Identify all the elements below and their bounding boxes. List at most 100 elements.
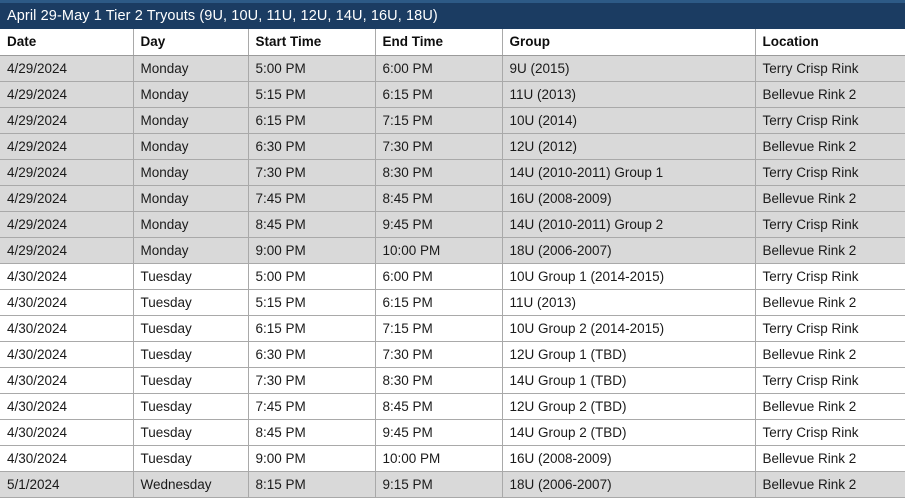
- cell-group[interactable]: 10U Group 1 (2014-2015): [502, 263, 756, 290]
- cell-start[interactable]: 5:15 PM: [248, 289, 376, 316]
- table-row[interactable]: 4/29/2024 Monday 5:15 PM 6:15 PM 11U (2013) B…: [0, 81, 905, 108]
- cell-start[interactable]: 5:00 PM: [248, 55, 376, 82]
- cell-start[interactable]: 7:30 PM: [248, 367, 376, 394]
- cell-group[interactable]: 10U Group 2 (2014-2015): [502, 315, 756, 342]
- cell-date[interactable]: 4/30/2024: [0, 289, 134, 316]
- cell-date[interactable]: 4/29/2024: [0, 81, 134, 108]
- table-row[interactable]: 4/30/2024 Tuesday 8:45 PM 9:45 PM 14U Group …: [0, 419, 905, 446]
- cell-end[interactable]: 6:00 PM: [375, 263, 503, 290]
- table-row[interactable]: 4/29/2024 Monday 9:00 PM 10:00 PM 18U (2006-…: [0, 237, 905, 264]
- cell-date[interactable]: 4/30/2024: [0, 445, 134, 472]
- cell-date[interactable]: 4/29/2024: [0, 185, 134, 212]
- column-header-end[interactable]: End Time: [375, 29, 503, 56]
- cell-end[interactable]: 8:45 PM: [375, 393, 503, 420]
- cell-group[interactable]: 11U (2013): [502, 289, 756, 316]
- cell-location[interactable]: Terry Crisp Rink: [755, 263, 905, 290]
- cell-day[interactable]: Wednesday: [133, 471, 249, 498]
- cell-group[interactable]: 18U (2006-2007): [502, 237, 756, 264]
- cell-start[interactable]: 9:00 PM: [248, 237, 376, 264]
- cell-group[interactable]: 10U (2014): [502, 107, 756, 134]
- table-row[interactable]: 4/30/2024 Tuesday 9:00 PM 10:00 PM 16U (2008…: [0, 445, 905, 472]
- cell-start[interactable]: 6:15 PM: [248, 315, 376, 342]
- cell-day[interactable]: Tuesday: [133, 289, 249, 316]
- cell-location[interactable]: Bellevue Rink 2: [755, 289, 905, 316]
- cell-start[interactable]: 6:15 PM: [248, 107, 376, 134]
- table-row[interactable]: 4/30/2024 Tuesday 6:30 PM 7:30 PM 12U Group …: [0, 341, 905, 368]
- cell-end[interactable]: 9:45 PM: [375, 419, 503, 446]
- cell-date[interactable]: 4/30/2024: [0, 315, 134, 342]
- table-row[interactable]: 4/30/2024 Tuesday 5:15 PM 6:15 PM 11U (2013)…: [0, 289, 905, 316]
- cell-start[interactable]: 5:15 PM: [248, 81, 376, 108]
- cell-location[interactable]: Terry Crisp Rink: [755, 159, 905, 186]
- cell-end[interactable]: 7:30 PM: [375, 341, 503, 368]
- cell-day[interactable]: Tuesday: [133, 341, 249, 368]
- cell-group[interactable]: 9U (2015): [502, 55, 756, 82]
- cell-start[interactable]: 6:30 PM: [248, 133, 376, 160]
- table-row[interactable]: 4/29/2024 Monday 8:45 PM 9:45 PM 14U (2010-2…: [0, 211, 905, 238]
- cell-location[interactable]: Terry Crisp Rink: [755, 107, 905, 134]
- cell-start[interactable]: 8:45 PM: [248, 419, 376, 446]
- cell-location[interactable]: Terry Crisp Rink: [755, 211, 905, 238]
- table-row[interactable]: 4/29/2024 Monday 6:30 PM 7:30 PM 12U (2012) B…: [0, 133, 905, 160]
- cell-day[interactable]: Tuesday: [133, 315, 249, 342]
- cell-date[interactable]: 4/30/2024: [0, 367, 134, 394]
- cell-end[interactable]: 8:30 PM: [375, 159, 503, 186]
- cell-end[interactable]: 10:00 PM: [375, 237, 503, 264]
- cell-location[interactable]: Terry Crisp Rink: [755, 315, 905, 342]
- cell-start[interactable]: 6:30 PM: [248, 341, 376, 368]
- cell-end[interactable]: 6:00 PM: [375, 55, 503, 82]
- column-header-location[interactable]: Location: [755, 29, 905, 56]
- cell-end[interactable]: 6:15 PM: [375, 289, 503, 316]
- cell-day[interactable]: Monday: [133, 159, 249, 186]
- cell-date[interactable]: 4/29/2024: [0, 107, 134, 134]
- cell-end[interactable]: 8:30 PM: [375, 367, 503, 394]
- table-row[interactable]: 4/29/2024 Monday 7:30 PM 8:30 PM 14U (2010-2…: [0, 159, 905, 186]
- cell-location[interactable]: Bellevue Rink 2: [755, 393, 905, 420]
- cell-day[interactable]: Monday: [133, 107, 249, 134]
- cell-day[interactable]: Tuesday: [133, 263, 249, 290]
- cell-group[interactable]: 18U (2006-2007): [502, 471, 756, 498]
- column-header-group[interactable]: Group: [502, 29, 756, 56]
- cell-location[interactable]: Bellevue Rink 2: [755, 341, 905, 368]
- table-row[interactable]: 4/29/2024 Monday 6:15 PM 7:15 PM 10U (2014) T…: [0, 107, 905, 134]
- cell-day[interactable]: Tuesday: [133, 393, 249, 420]
- cell-location[interactable]: Bellevue Rink 2: [755, 81, 905, 108]
- table-row[interactable]: 4/30/2024 Tuesday 5:00 PM 6:00 PM 10U Group …: [0, 263, 905, 290]
- column-header-date[interactable]: Date: [0, 29, 134, 56]
- cell-date[interactable]: 4/30/2024: [0, 341, 134, 368]
- cell-start[interactable]: 8:45 PM: [248, 211, 376, 238]
- cell-start[interactable]: 7:45 PM: [248, 393, 376, 420]
- cell-location[interactable]: Terry Crisp Rink: [755, 55, 905, 82]
- cell-date[interactable]: 4/29/2024: [0, 55, 134, 82]
- cell-location[interactable]: Bellevue Rink 2: [755, 471, 905, 498]
- cell-day[interactable]: Monday: [133, 81, 249, 108]
- cell-group[interactable]: 16U (2008-2009): [502, 445, 756, 472]
- cell-start[interactable]: 9:00 PM: [248, 445, 376, 472]
- cell-day[interactable]: Monday: [133, 55, 249, 82]
- table-row[interactable]: 5/1/2024 Wednesday 8:15 PM 9:15 PM 18U (2006…: [0, 471, 905, 498]
- cell-location[interactable]: Bellevue Rink 2: [755, 445, 905, 472]
- cell-end[interactable]: 9:15 PM: [375, 471, 503, 498]
- cell-end[interactable]: 9:45 PM: [375, 211, 503, 238]
- table-row[interactable]: 4/30/2024 Tuesday 7:30 PM 8:30 PM 14U Group …: [0, 367, 905, 394]
- cell-end[interactable]: 7:30 PM: [375, 133, 503, 160]
- cell-date[interactable]: 4/29/2024: [0, 159, 134, 186]
- cell-location[interactable]: Bellevue Rink 2: [755, 237, 905, 264]
- cell-end[interactable]: 7:15 PM: [375, 315, 503, 342]
- cell-location[interactable]: Terry Crisp Rink: [755, 367, 905, 394]
- cell-day[interactable]: Monday: [133, 133, 249, 160]
- cell-group[interactable]: 16U (2008-2009): [502, 185, 756, 212]
- cell-group[interactable]: 14U (2010-2011) Group 2: [502, 211, 756, 238]
- cell-group[interactable]: 11U (2013): [502, 81, 756, 108]
- table-row[interactable]: 4/30/2024 Tuesday 7:45 PM 8:45 PM 12U Group …: [0, 393, 905, 420]
- table-row[interactable]: 4/30/2024 Tuesday 6:15 PM 7:15 PM 10U Group …: [0, 315, 905, 342]
- cell-location[interactable]: Bellevue Rink 2: [755, 185, 905, 212]
- cell-date[interactable]: 4/30/2024: [0, 419, 134, 446]
- cell-date[interactable]: 4/30/2024: [0, 393, 134, 420]
- cell-day[interactable]: Monday: [133, 237, 249, 264]
- cell-start[interactable]: 5:00 PM: [248, 263, 376, 290]
- cell-group[interactable]: 14U Group 1 (TBD): [502, 367, 756, 394]
- table-row[interactable]: 4/29/2024 Monday 7:45 PM 8:45 PM 16U (2008-2…: [0, 185, 905, 212]
- column-header-day[interactable]: Day: [133, 29, 249, 56]
- table-row[interactable]: 4/29/2024 Monday 5:00 PM 6:00 PM 9U (2015) Te…: [0, 55, 905, 82]
